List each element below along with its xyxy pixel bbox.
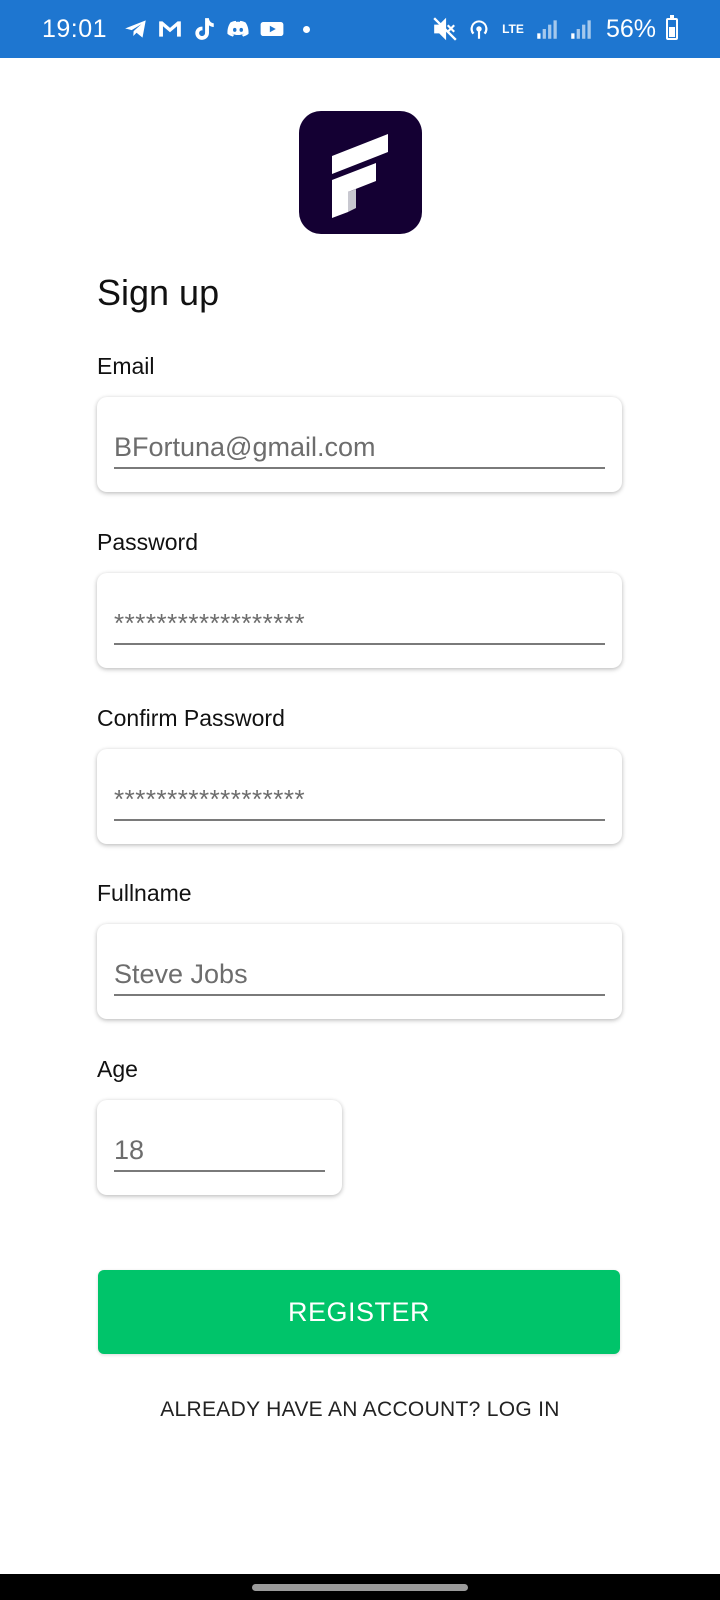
battery-icon <box>666 15 678 40</box>
confirm-password-field-card <box>97 749 622 844</box>
home-handle[interactable] <box>252 1584 468 1591</box>
email-field[interactable] <box>114 427 605 469</box>
password-field[interactable] <box>114 603 605 645</box>
confirm-password-field[interactable] <box>114 779 605 821</box>
register-button[interactable]: REGISTER <box>98 1270 620 1354</box>
signal-icon-2 <box>568 16 594 42</box>
confirm-password-label: Confirm Password <box>97 705 285 731</box>
app-logo-icon <box>331 133 388 218</box>
fullname-label: Fullname <box>97 880 192 906</box>
age-field-card <box>97 1100 342 1195</box>
hotspot-icon <box>466 16 492 42</box>
battery-fill <box>669 26 675 37</box>
email-label: Email <box>97 353 155 379</box>
status-time: 19:01 <box>42 14 108 43</box>
page-title: Sign up <box>97 272 220 313</box>
battery-percent: 56% <box>605 14 656 43</box>
lte-icon: LTE <box>502 21 524 36</box>
status-bar: 19:01 LTE 56% <box>0 0 720 58</box>
app-logo <box>299 111 422 234</box>
youtube-icon <box>259 16 285 42</box>
fullname-field[interactable] <box>114 954 605 996</box>
age-field[interactable] <box>114 1130 325 1172</box>
age-label: Age <box>97 1056 138 1082</box>
password-label: Password <box>97 529 198 555</box>
email-field-card <box>97 397 622 492</box>
fullname-field-card <box>97 924 622 1019</box>
login-link[interactable]: ALREADY HAVE AN ACCOUNT? LOG IN <box>0 1398 720 1422</box>
tiktok-icon <box>191 16 217 42</box>
status-left: 19:01 <box>42 14 311 44</box>
more-notifications-dot <box>303 25 311 33</box>
mute-icon <box>432 16 458 42</box>
gmail-icon <box>157 16 183 42</box>
signal-icon <box>534 16 560 42</box>
telegram-icon <box>123 16 149 42</box>
status-right: LTE 56% <box>432 15 678 44</box>
password-field-card <box>97 573 622 668</box>
discord-icon <box>225 16 251 42</box>
navigation-bar <box>0 1574 720 1600</box>
